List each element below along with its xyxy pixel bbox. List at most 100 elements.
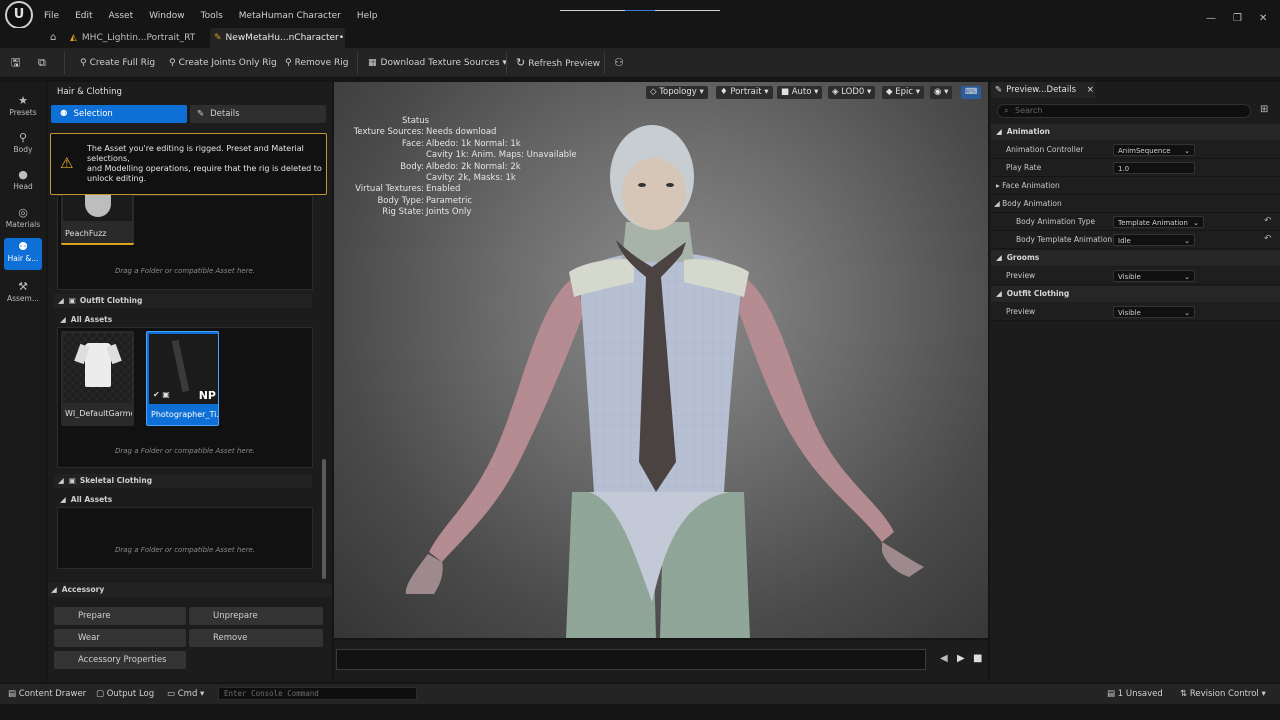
play-icon[interactable]: ▶ (957, 653, 965, 664)
minimize-icon[interactable]: — (1206, 13, 1216, 24)
revision-control-button[interactable]: ⇅ Revision Control ▾ (1180, 684, 1266, 704)
user-icon[interactable]: ⚇ (614, 56, 624, 70)
home-icon[interactable]: ⌂ (50, 28, 56, 48)
camera-icon: ■ (781, 87, 792, 97)
portrait-dropdown[interactable]: ♦ Portrait ▾ (716, 86, 773, 99)
button-label: Output Log (106, 689, 155, 699)
topology-dropdown[interactable]: ◇ Topology ▾ (646, 86, 708, 99)
default-garment-tile[interactable]: WI_DefaultGarment (61, 331, 134, 426)
prop-body-animation[interactable]: ◢ Body Animation (991, 195, 1280, 213)
create-full-rig-button[interactable]: ⚲ Create Full Rig (80, 56, 155, 70)
details-tab[interactable]: ✎ Details (190, 105, 326, 123)
save-icon[interactable]: 🖫 (11, 56, 20, 70)
download-texture-sources-button[interactable]: ▦ Download Texture Sources ▾ (368, 56, 507, 70)
browse-icon[interactable]: ⧉ (38, 56, 46, 70)
tab-label: NewMetaHu...nCharacter• (225, 33, 345, 43)
prop-label: Body Animation (1002, 199, 1062, 208)
menu-file[interactable]: File (44, 11, 59, 21)
reset-icon[interactable]: ↶ (1264, 216, 1272, 226)
tab-close-icon[interactable]: × (1087, 85, 1094, 95)
menu-metahuman-character[interactable]: MetaHuman Character (239, 11, 341, 21)
prop-label: Play Rate (1006, 163, 1042, 172)
settings-grid-icon[interactable]: ⊞ (1260, 104, 1268, 115)
panel-scrollbar[interactable] (322, 459, 326, 579)
category-label: Grooms (1006, 253, 1040, 262)
wear-button[interactable]: Wear (54, 629, 186, 647)
tile-label: PeachFuzz (65, 229, 107, 238)
selection-tab[interactable]: ⚉ Selection (51, 105, 187, 123)
hair-icon: ⚉ (18, 240, 28, 253)
step-back-icon[interactable]: ◀ (940, 653, 948, 664)
prop-label: Body Animation Type (1016, 217, 1096, 226)
nav-assembly[interactable]: ⚒ Assem... (4, 278, 42, 310)
nav-head[interactable]: ● Head (4, 166, 42, 198)
toolbar-divider (357, 52, 358, 74)
content-drawer-button[interactable]: ▤ Content Drawer (8, 684, 86, 704)
status-icons: ✔ ▣ (153, 390, 170, 399)
tab-metahuman-character[interactable]: ✎NewMetaHu...nCharacter• × (210, 28, 345, 63)
remove-button[interactable]: Remove (189, 629, 323, 647)
lod-dropdown[interactable]: ◈ LOD0 ▾ (828, 86, 876, 99)
output-log-button[interactable]: ▢ Output Log (96, 684, 154, 704)
nav-presets[interactable]: ★ Presets (4, 92, 42, 124)
stop-icon[interactable]: ■ (973, 653, 982, 664)
maximize-icon[interactable]: ❐ (1233, 13, 1242, 24)
auto-dropdown[interactable]: ■ Auto ▾ (777, 86, 823, 99)
materials-icon: ◎ (18, 206, 28, 219)
tab-label: Preview...Details (1006, 85, 1077, 95)
outfit-clothing-header[interactable]: ◢ ▣ Outfit Clothing (54, 294, 312, 308)
drop-hint: Drag a Folder or compatible Asset here. (114, 546, 256, 554)
remove-rig-button[interactable]: ⚲ Remove Rig (285, 56, 348, 70)
category-grooms[interactable]: ◢ Grooms (991, 250, 1280, 266)
prop-label: Preview (1006, 271, 1036, 280)
prepare-button[interactable]: Prepare (54, 607, 186, 625)
skeletal-clothing-header[interactable]: ◢ ▣ Skeletal Clothing (54, 474, 312, 488)
body-template-animation-dropdown[interactable]: Idle ⌄ (1113, 234, 1195, 246)
outfit-preview-dropdown[interactable]: Visible ⌄ (1113, 306, 1195, 318)
nav-materials[interactable]: ◎ Materials (4, 204, 42, 236)
details-search-input[interactable]: ⌕ Search (997, 104, 1251, 118)
quality-dropdown[interactable]: ◆ Epic ▾ (882, 86, 925, 99)
create-joints-only-rig-button[interactable]: ⚲ Create Joints Only Rig (169, 56, 277, 70)
rig-icon: ⚲ (169, 58, 176, 68)
button-label: Remove Rig (294, 58, 349, 68)
cmd-dropdown[interactable]: ▭ Cmd ▾ (167, 684, 204, 704)
nav-hair-clothing[interactable]: ⚉ Hair &... (4, 238, 42, 270)
unsaved-icon: ▤ (1107, 689, 1118, 699)
photographer-tie-tile[interactable]: ✔ ▣ NP Photographer_Ti... (146, 331, 219, 426)
unreal-logo-icon[interactable]: U (5, 1, 33, 29)
accessory-properties-button[interactable]: Accessory Properties (54, 651, 186, 669)
tab-lighting-portrait[interactable]: ◭ MHC_Lightin...Portrait_RT (70, 28, 200, 48)
status-value: Enabled (426, 184, 461, 195)
close-window-icon[interactable]: ✕ (1259, 13, 1267, 24)
console-command-input[interactable]: Enter Console Command (218, 687, 417, 700)
category-animation[interactable]: ◢ Animation (991, 124, 1280, 140)
accessory-header[interactable]: ◢ Accessory (48, 583, 332, 597)
unprepare-button[interactable]: Unprepare (189, 607, 323, 625)
menu-tools[interactable]: Tools (201, 11, 223, 21)
menu-edit[interactable]: Edit (75, 11, 92, 21)
refresh-preview-button[interactable]: ↻ Refresh Preview (516, 56, 600, 70)
body-animation-type-dropdown[interactable]: Template Animation ⌄ (1113, 216, 1204, 228)
timeline-scrubber[interactable] (336, 649, 926, 670)
keyboard-icon[interactable]: ⌨ (961, 86, 982, 99)
menu-window[interactable]: Window (149, 11, 185, 21)
reset-icon[interactable]: ↶ (1264, 234, 1272, 244)
nav-body[interactable]: ⚲ Body (4, 129, 42, 161)
animation-controller-dropdown[interactable]: AnimSequence ⌄ (1113, 144, 1195, 156)
category-outfit-clothing[interactable]: ◢ Outfit Clothing (991, 286, 1280, 302)
peachfuzz-tile[interactable]: PeachFuzz (61, 195, 134, 245)
play-rate-input[interactable]: 1.0 (1113, 162, 1195, 174)
prop-face-animation[interactable]: ▸ Face Animation (991, 177, 1280, 195)
all-assets-header[interactable]: ◢ All Assets (58, 493, 312, 507)
all-assets-header[interactable]: ◢ All Assets (58, 313, 312, 327)
unsaved-button[interactable]: ▤ 1 Unsaved (1107, 684, 1163, 704)
nav-label: Head (13, 182, 33, 191)
preview-details-tab[interactable]: ✎ Preview...Details × (991, 82, 1095, 98)
menu-help[interactable]: Help (357, 11, 378, 21)
status-value: Albedo: 1k Normal: 1k (426, 138, 521, 149)
visibility-dropdown[interactable]: ◉ ▾ (930, 86, 953, 99)
collapse-icon: ◢ (996, 253, 1002, 262)
grooms-preview-dropdown[interactable]: Visible ⌄ (1113, 270, 1195, 282)
menu-asset[interactable]: Asset (109, 11, 134, 21)
